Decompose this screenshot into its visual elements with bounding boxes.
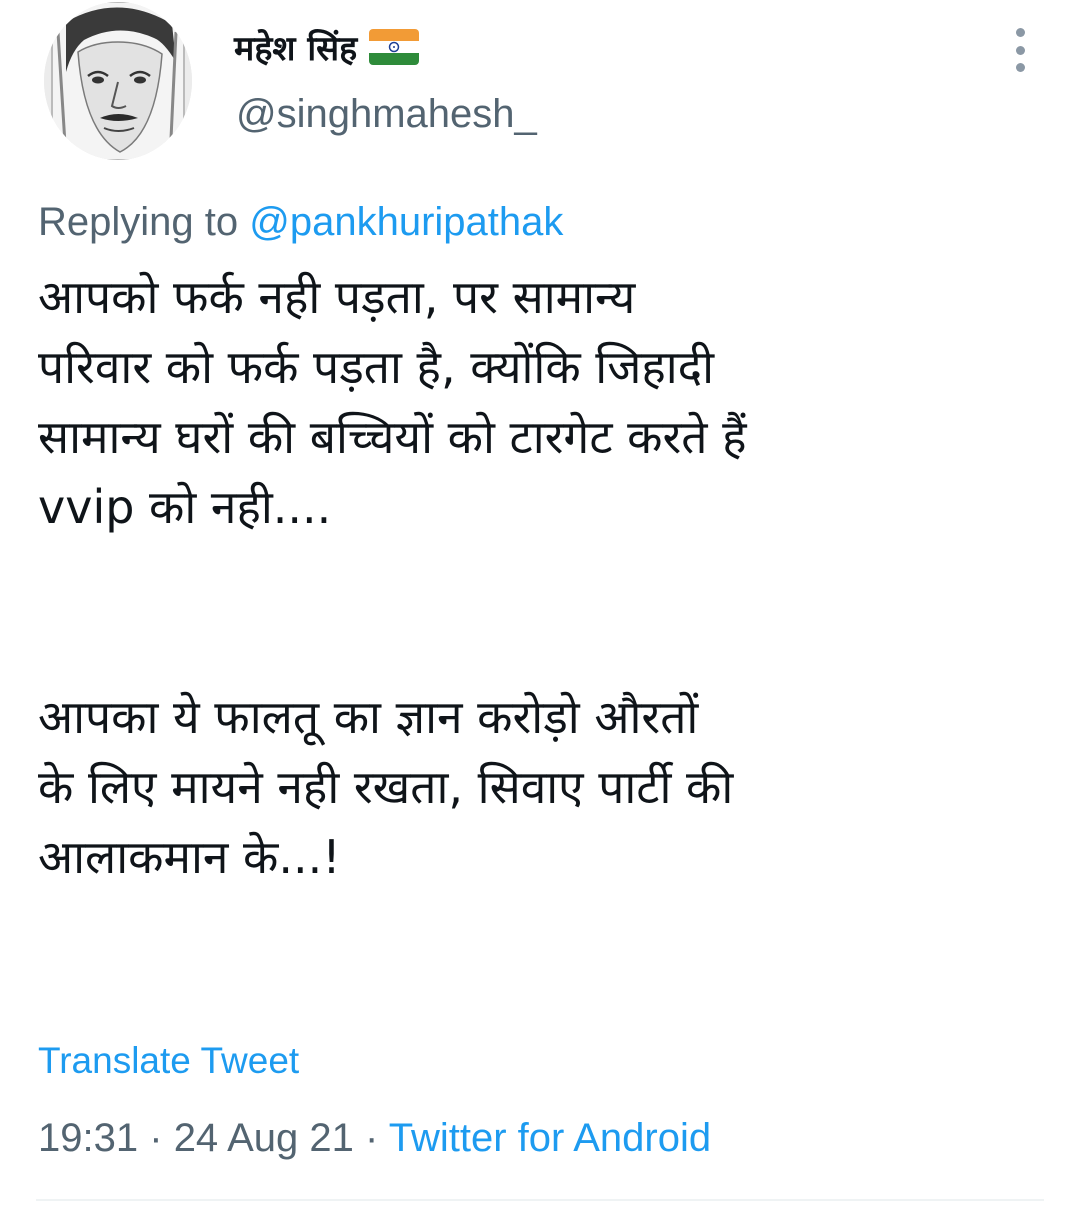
tweet-source-link[interactable]: Twitter for Android — [389, 1116, 711, 1160]
tweet-line: सामान्य घरों की बच्चियों को टारगेट करते … — [38, 410, 747, 464]
tweet: महेश सिंह @singhmahesh_ Replying to @pan… — [0, 0, 1080, 1221]
more-dot-icon — [1015, 63, 1025, 72]
avatar[interactable] — [44, 2, 192, 160]
tweet-line: vvip को नही.... — [38, 480, 332, 534]
tweet-text: आपको फर्क नही पड़ता, पर सामान्य परिवार क… — [38, 262, 1048, 892]
user-handle[interactable]: @singhmahesh_ — [236, 92, 537, 137]
tweet-line: के लिए मायने नही रखता, सिवाए पार्टी की — [38, 760, 734, 814]
tweet-line: परिवार को फर्क पड़ता है, क्योंकि जिहादी — [38, 340, 715, 394]
reply-mention-link[interactable]: @pankhuripathak — [249, 200, 563, 244]
tweet-line: आपको फर्क नही पड़ता, पर सामान्य — [38, 270, 636, 324]
more-dot-icon — [1015, 28, 1025, 37]
tweet-time[interactable]: 19:31 — [38, 1116, 138, 1160]
avatar-sketch-icon — [44, 2, 192, 160]
meta-separator: · — [149, 1116, 163, 1160]
display-name[interactable]: महेश सिंह — [234, 24, 357, 70]
divider — [36, 1199, 1044, 1201]
tweet-line: आपका ये फालतू का ज्ञान करोड़ो औरतों — [38, 690, 699, 744]
india-flag-icon — [369, 29, 420, 65]
meta-separator: · — [365, 1116, 379, 1160]
tweet-line: आलाकमान के...! — [38, 830, 341, 884]
tweet-meta: 19:31 · 24 Aug 21 · Twitter for Android — [38, 1116, 711, 1161]
replying-to-line: Replying to @pankhuripathak — [38, 200, 563, 245]
author-name-row[interactable]: महेश सिंह — [234, 22, 420, 72]
more-options-button[interactable] — [1000, 28, 1040, 72]
tweet-date[interactable]: 24 Aug 21 — [174, 1116, 354, 1160]
replying-to-label: Replying to — [38, 200, 239, 244]
more-dot-icon — [1015, 45, 1025, 55]
translate-tweet-link[interactable]: Translate Tweet — [38, 1040, 299, 1082]
